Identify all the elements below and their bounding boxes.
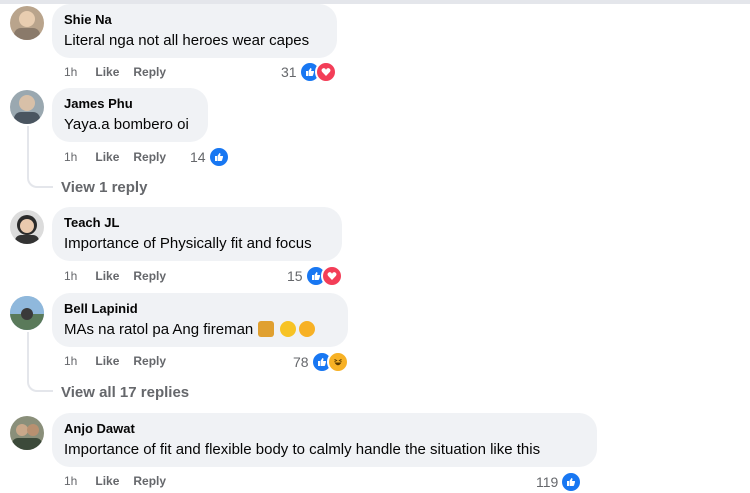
comment-text-content: MAs na ratol pa Ang fireman	[64, 321, 254, 338]
reaction-count: 14	[190, 149, 206, 165]
commenter-name[interactable]: Shie Na	[64, 12, 325, 28]
timestamp[interactable]: 1h	[64, 473, 77, 489]
avatar[interactable]	[10, 416, 44, 450]
firefighter-emoji-icon	[258, 321, 275, 337]
love-reaction-icon	[320, 265, 343, 287]
reply-button[interactable]: Reply	[133, 149, 166, 165]
like-button[interactable]: Like	[95, 268, 119, 284]
laughing-emoji-icon	[280, 321, 297, 337]
reaction-summary[interactable]: 78	[293, 351, 349, 373]
comment-bubble: Bell Lapinid MAs na ratol pa Ang fireman	[52, 293, 348, 347]
comment-bubble: Shie Na Literal nga not all heroes wear …	[52, 4, 337, 58]
commenter-name[interactable]: Teach JL	[64, 215, 330, 231]
comment-bubble: Anjo Dawat Importance of fit and flexibl…	[52, 413, 597, 467]
reply-button[interactable]: Reply	[133, 64, 166, 80]
haha-reaction-icon	[326, 351, 349, 373]
timestamp[interactable]: 1h	[64, 64, 77, 80]
comment-bubble: James Phu Yaya.a bombero oi	[52, 88, 208, 142]
reaction-count: 119	[536, 474, 559, 490]
like-reaction-icon	[560, 471, 583, 493]
avatar[interactable]	[10, 6, 44, 40]
timestamp[interactable]: 1h	[64, 353, 77, 369]
thread-connector	[27, 174, 53, 188]
avatar-photo	[10, 296, 44, 330]
commenter-name[interactable]: Anjo Dawat	[64, 421, 585, 437]
reply-button[interactable]: Reply	[133, 353, 166, 369]
avatar-photo	[12, 424, 42, 450]
like-button[interactable]: Like	[95, 64, 119, 80]
avatar-photo	[15, 215, 39, 244]
comment-actions: 1h Like Reply	[64, 64, 180, 80]
reaction-summary[interactable]: 15	[287, 265, 343, 287]
comment-text: MAs na ratol pa Ang fireman	[64, 320, 336, 340]
comment-text: Importance of fit and flexible body to c…	[64, 441, 541, 458]
reaction-count: 78	[293, 354, 309, 370]
timestamp[interactable]: 1h	[64, 149, 77, 165]
avatar[interactable]	[10, 296, 44, 330]
avatar-photo	[14, 95, 40, 124]
view-replies-link[interactable]: View 1 reply	[61, 179, 147, 196]
avatar-photo	[14, 11, 40, 40]
like-button[interactable]: Like	[95, 353, 119, 369]
commenter-name[interactable]: Bell Lapinid	[64, 301, 336, 317]
timestamp[interactable]: 1h	[64, 268, 77, 284]
comment-bubble: Teach JL Importance of Physically fit an…	[52, 207, 342, 261]
thread-line	[27, 126, 29, 176]
commenter-name[interactable]: James Phu	[64, 96, 196, 112]
rofl-emoji-icon	[299, 321, 316, 337]
comment-actions: 1h Like Reply	[64, 353, 180, 369]
love-reaction-icon	[314, 61, 337, 83]
avatar[interactable]	[10, 90, 44, 124]
like-button[interactable]: Like	[95, 473, 119, 489]
comment-actions: 1h Like Reply	[64, 268, 180, 284]
comment-text: Importance of Physically fit and focus	[64, 235, 312, 252]
reaction-summary[interactable]: 14	[190, 146, 230, 168]
reaction-summary[interactable]: 31	[281, 61, 337, 83]
like-button[interactable]: Like	[95, 149, 119, 165]
reaction-count: 15	[287, 268, 303, 284]
comment-text: Yaya.a bombero oi	[64, 116, 189, 133]
like-reaction-icon	[207, 146, 230, 168]
reply-button[interactable]: Reply	[133, 473, 166, 489]
thread-connector	[27, 378, 53, 392]
comment-actions: 1h Like Reply	[64, 473, 180, 489]
avatar[interactable]	[10, 210, 44, 244]
thread-line	[27, 332, 29, 380]
view-replies-link[interactable]: View all 17 replies	[61, 384, 189, 401]
reaction-summary[interactable]: 119	[536, 471, 583, 493]
reply-button[interactable]: Reply	[133, 268, 166, 284]
comment-actions: 1h Like Reply	[64, 149, 180, 165]
reaction-count: 31	[281, 64, 297, 80]
comment-text: Literal nga not all heroes wear capes	[64, 32, 310, 49]
